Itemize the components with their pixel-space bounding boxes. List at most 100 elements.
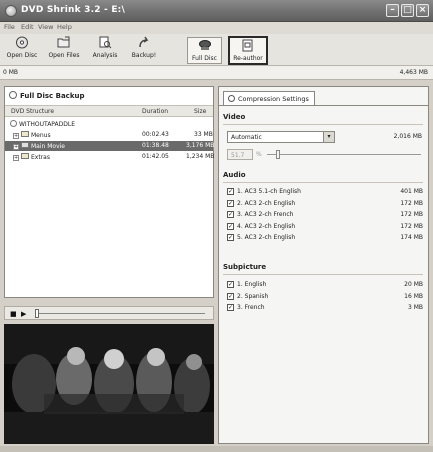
percent-sign: % <box>256 151 262 158</box>
backup-button[interactable]: Backup! <box>128 36 160 64</box>
checkbox[interactable]: ✓ <box>227 222 234 230</box>
menu-help[interactable]: Help <box>57 23 72 31</box>
dvd-structure-pane: Full Disc Backup DVD Structure Duration … <box>4 86 214 298</box>
video-preview <box>4 324 214 444</box>
usage-start-label: 0 MB <box>3 69 19 76</box>
audio-track-label: 2. AC3 2-ch English <box>237 199 296 207</box>
video-size: 2,016 MB <box>393 133 422 140</box>
subpicture-track-row[interactable]: ✓ 3. French 3 MB <box>227 303 423 313</box>
video-heading: Video <box>223 113 246 121</box>
audio-track-size: 174 MB <box>400 234 423 241</box>
subpicture-track-size: 16 MB <box>404 292 423 300</box>
expand-icon[interactable]: + <box>13 133 19 139</box>
subpicture-track-label: 3. French <box>237 304 265 311</box>
compression-slider-knob[interactable] <box>276 150 281 159</box>
re-author-button[interactable]: Re-author <box>228 36 268 65</box>
audio-track-size: 172 MB <box>400 199 423 207</box>
open-files-button[interactable]: Open Files <box>44 36 84 64</box>
disc-icon <box>15 36 29 49</box>
compression-icon <box>228 95 235 102</box>
open-disc-button[interactable]: Open Disc <box>4 36 40 64</box>
subpicture-heading: Subpicture <box>223 263 267 271</box>
checkbox[interactable]: ✓ <box>227 234 234 241</box>
checkbox[interactable]: ✓ <box>227 292 234 300</box>
re-author-icon <box>241 39 255 52</box>
checkbox[interactable]: ✓ <box>227 211 234 218</box>
open-folder-icon <box>57 36 71 49</box>
checkbox[interactable]: ✓ <box>227 281 234 288</box>
expand-icon[interactable]: + <box>13 144 19 150</box>
usage-total-label: 4,463 MB <box>399 69 428 76</box>
app-icon <box>5 5 17 17</box>
col-duration[interactable]: Duration <box>142 108 168 115</box>
compression-percent-input[interactable]: 51.7 <box>227 149 253 160</box>
separator <box>223 124 423 125</box>
analysis-button[interactable]: Analysis <box>88 36 122 64</box>
folder-icon <box>21 131 29 137</box>
maximize-icon[interactable]: □ <box>401 4 414 17</box>
tree-row-menus[interactable]: + Menus 00:02.43 33 MB <box>5 130 213 140</box>
subpicture-track-size: 3 MB <box>407 304 423 311</box>
close-icon[interactable]: × <box>416 4 429 17</box>
tree-row-root[interactable]: WITHOUTAPADDLE <box>5 119 213 129</box>
full-disc-backup-icon <box>9 91 17 99</box>
seek-slider[interactable] <box>35 309 39 318</box>
compression-settings-pane: Compression Settings Video Automatic ▾ 2… <box>218 86 429 444</box>
audio-track-row[interactable]: ✓ 4. AC3 2-ch English 172 MB <box>227 222 423 232</box>
audio-track-size: 172 MB <box>400 222 423 230</box>
backup-icon <box>137 36 151 49</box>
chevron-down-icon[interactable]: ▾ <box>323 132 334 142</box>
subpicture-track-row[interactable]: ✓ 1. English 20 MB <box>227 280 423 290</box>
checkbox[interactable]: ✓ <box>227 199 234 207</box>
checkbox[interactable]: ✓ <box>227 188 234 195</box>
play-icon[interactable]: ▶ <box>21 310 26 318</box>
subpicture-track-label: 1. English <box>237 281 267 288</box>
disc-usage-bar: 0 MB 4,463 MB <box>0 66 433 80</box>
video-frame-image <box>4 324 214 444</box>
minimize-icon[interactable]: – <box>386 4 399 17</box>
menu-edit[interactable]: Edit <box>21 23 34 31</box>
tab-divider <box>219 105 428 106</box>
player-controls: ■ ▶ <box>4 306 214 320</box>
tree-row-main-movie[interactable]: + Main Movie 01:38.48 3,176 MB <box>5 141 214 151</box>
compression-mode-select[interactable]: Automatic ▾ <box>227 131 335 143</box>
audio-track-row[interactable]: ✓ 1. AC3 5.1-ch English 401 MB <box>227 187 423 197</box>
audio-track-size: 401 MB <box>400 188 423 195</box>
seek-track[interactable] <box>35 313 205 314</box>
col-size[interactable]: Size <box>194 108 206 115</box>
menu-bar: File Edit View Help <box>0 22 433 34</box>
structure-column-header: DVD Structure Duration Size <box>5 105 213 117</box>
analysis-icon <box>98 36 112 49</box>
audio-track-label: 4. AC3 2-ch English <box>237 222 296 230</box>
toolbar: Open Disc Open Files Analysis Backup! Fu… <box>0 34 433 66</box>
subpicture-track-label: 2. Spanish <box>237 292 269 300</box>
separator <box>223 182 423 183</box>
menu-view[interactable]: View <box>38 23 53 31</box>
audio-track-row[interactable]: ✓ 5. AC3 2-ch English 174 MB <box>227 233 423 243</box>
window-title: DVD Shrink 3.2 - E:\ <box>21 5 125 15</box>
col-dvd-structure[interactable]: DVD Structure <box>11 108 54 115</box>
audio-track-row[interactable]: ✓ 2. AC3 2-ch English 172 MB <box>227 199 423 209</box>
tab-compression-settings[interactable]: Compression Settings <box>223 91 315 105</box>
tree-row-extras[interactable]: + Extras 01:42.05 1,234 MB <box>5 152 214 162</box>
full-disc-button[interactable]: Full Disc <box>187 37 222 64</box>
audio-track-label: 3. AC3 2-ch French <box>237 211 294 218</box>
pane-title: Full Disc Backup <box>9 91 84 100</box>
audio-track-label: 1. AC3 5.1-ch English <box>237 188 301 195</box>
audio-heading: Audio <box>223 171 246 179</box>
menu-file[interactable]: File <box>4 23 15 31</box>
subpicture-track-row[interactable]: ✓ 2. Spanish 16 MB <box>227 292 423 302</box>
expand-icon[interactable]: + <box>13 155 19 161</box>
compression-slider-track[interactable] <box>267 154 421 155</box>
audio-track-label: 5. AC3 2-ch English <box>237 234 296 241</box>
full-disc-icon <box>198 39 212 52</box>
subpicture-track-size: 20 MB <box>404 281 423 288</box>
title-bar: DVD Shrink 3.2 - E:\ – □ × <box>0 0 433 22</box>
audio-track-row[interactable]: ✓ 3. AC3 2-ch French 172 MB <box>227 210 423 220</box>
folder-icon <box>21 153 29 159</box>
disc-icon <box>10 120 17 127</box>
movie-icon <box>21 142 29 148</box>
audio-track-size: 172 MB <box>400 211 423 218</box>
checkbox[interactable]: ✓ <box>227 304 234 311</box>
stop-icon[interactable]: ■ <box>10 310 17 318</box>
